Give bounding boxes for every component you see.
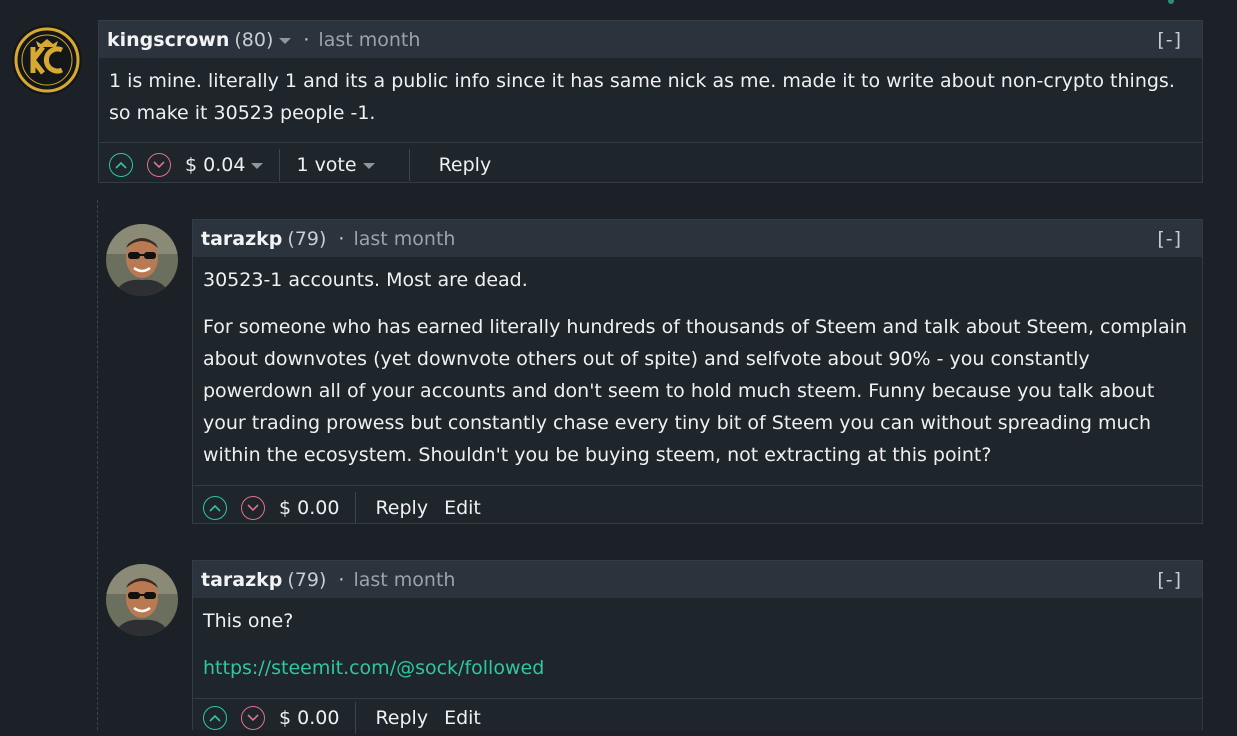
downvote-button[interactable] — [241, 495, 265, 520]
divider — [279, 148, 281, 181]
upvote-button[interactable] — [109, 152, 133, 177]
caret-down-icon[interactable] — [279, 37, 292, 44]
comment-timestamp[interactable]: last month — [318, 29, 420, 51]
payout-caret-icon[interactable] — [251, 162, 264, 169]
comment-link[interactable]: https://steemit.com/@sock/followed — [203, 657, 544, 679]
reply-button[interactable]: Reply — [439, 154, 492, 176]
edit-button[interactable]: Edit — [444, 707, 481, 729]
comment-footer: $ 0.04 1 vote Reply — [99, 142, 1202, 186]
avatar-tarazkp[interactable] — [106, 224, 178, 296]
comment-body: 30523-1 accounts. Most are dead. For som… — [193, 257, 1202, 485]
avatar-tarazkp[interactable] — [106, 564, 178, 636]
divider — [355, 701, 357, 734]
payout-amount[interactable]: $ 0.00 — [279, 707, 339, 729]
author-name[interactable]: tarazkp — [201, 228, 282, 250]
comment-text: 1 is mine. literally 1 and its a public … — [109, 70, 1175, 124]
payout-amount[interactable]: $ 0.04 — [185, 154, 245, 176]
top-decoration — [1168, 0, 1174, 4]
author-name[interactable]: kingscrown — [107, 29, 229, 51]
collapse-toggle[interactable]: [-] — [1157, 228, 1182, 250]
reply-button[interactable]: Reply — [375, 497, 428, 519]
downvote-button[interactable] — [241, 705, 265, 730]
comment-tarazkp-2: tarazkp (79) · last month [-] This one? … — [192, 560, 1203, 734]
avatar-kingscrown[interactable] — [12, 25, 82, 95]
comment-header: kingscrown (80) · last month [-] — [99, 21, 1202, 58]
comment-text: For someone who has earned literally hun… — [203, 316, 1187, 466]
comment-text: 30523-1 accounts. Most are dead. — [203, 269, 528, 291]
separator-dot: · — [303, 28, 310, 51]
upvote-button[interactable] — [203, 495, 227, 520]
comment-footer: $ 0.00 Reply Edit — [193, 698, 1202, 736]
payout-amount[interactable]: $ 0.00 — [279, 497, 339, 519]
author-reputation: (80) — [234, 28, 274, 51]
downvote-icon — [247, 713, 259, 721]
collapse-toggle[interactable]: [-] — [1157, 29, 1182, 51]
vote-count[interactable]: 1 vote — [296, 154, 356, 176]
downvote-icon — [247, 503, 259, 511]
comment-body: 1 is mine. literally 1 and its a public … — [99, 58, 1202, 142]
comment-kingscrown: kingscrown (80) · last month [-] 1 is mi… — [98, 20, 1203, 183]
tarazkp-photo-icon — [106, 564, 178, 636]
tarazkp-photo-icon — [106, 224, 178, 296]
comment-header: tarazkp (79) · last month [-] — [193, 220, 1202, 257]
votes-caret-icon[interactable] — [362, 162, 375, 169]
separator-dot: · — [338, 568, 345, 591]
comment-text: This one? — [203, 610, 294, 632]
author-reputation: (79) — [287, 227, 327, 250]
comment-header: tarazkp (79) · last month [-] — [193, 561, 1202, 598]
downvote-icon — [153, 160, 165, 168]
comment-link-paragraph: https://steemit.com/@sock/followed — [203, 652, 1192, 684]
divider — [355, 491, 357, 524]
kingscrown-logo-icon — [12, 25, 82, 95]
comment-body: This one? https://steemit.com/@sock/foll… — [193, 598, 1202, 698]
comment-timestamp[interactable]: last month — [353, 228, 455, 250]
comment-tarazkp-1: tarazkp (79) · last month [-] 30523-1 ac… — [192, 219, 1203, 524]
divider — [408, 148, 410, 181]
reply-button[interactable]: Reply — [375, 707, 428, 729]
comment-timestamp[interactable]: last month — [353, 569, 455, 591]
downvote-button[interactable] — [147, 152, 171, 177]
thread-line — [97, 200, 98, 730]
comment-footer: $ 0.00 Reply Edit — [193, 485, 1202, 529]
upvote-icon — [209, 504, 221, 512]
separator-dot: · — [338, 227, 345, 250]
collapse-toggle[interactable]: [-] — [1157, 569, 1182, 591]
author-name[interactable]: tarazkp — [201, 569, 282, 591]
edit-button[interactable]: Edit — [444, 497, 481, 519]
author-reputation: (79) — [287, 568, 327, 591]
upvote-icon — [115, 161, 127, 169]
upvote-icon — [209, 714, 221, 722]
upvote-button[interactable] — [203, 705, 227, 730]
